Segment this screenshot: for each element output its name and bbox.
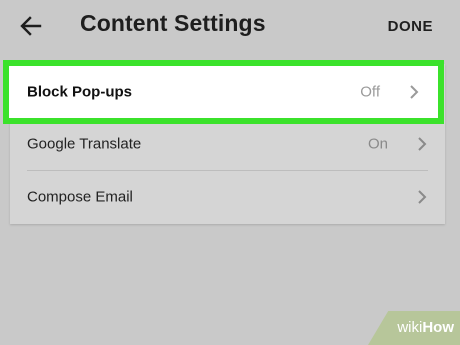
- app-header: Content Settings DONE: [0, 0, 460, 56]
- setting-value: Off: [360, 83, 380, 101]
- back-arrow-icon: [20, 16, 42, 36]
- setting-label: Google Translate: [27, 135, 142, 152]
- chevron-right-icon: [418, 136, 427, 151]
- setting-row-block-popups[interactable]: Block Pop-ups Off: [3, 60, 444, 124]
- page-title: Content Settings: [80, 10, 266, 36]
- done-button[interactable]: DONE: [388, 18, 433, 35]
- setting-value: On: [367, 135, 388, 152]
- watermark-wiki: wiki: [397, 319, 423, 336]
- back-button[interactable]: [14, 11, 48, 41]
- setting-row-google-translate[interactable]: Google Translate On: [10, 117, 445, 170]
- chevron-right-icon: [410, 85, 419, 99]
- watermark-text: wikiHow: [397, 319, 454, 336]
- setting-row-compose-email[interactable]: Compose Email: [10, 170, 445, 223]
- setting-label: Compose Email: [27, 188, 133, 205]
- wikihow-watermark: wikiHow: [368, 311, 460, 345]
- chevron-right-icon: [418, 189, 427, 204]
- watermark-how: How: [422, 319, 454, 336]
- setting-label: Block Pop-ups: [27, 83, 133, 101]
